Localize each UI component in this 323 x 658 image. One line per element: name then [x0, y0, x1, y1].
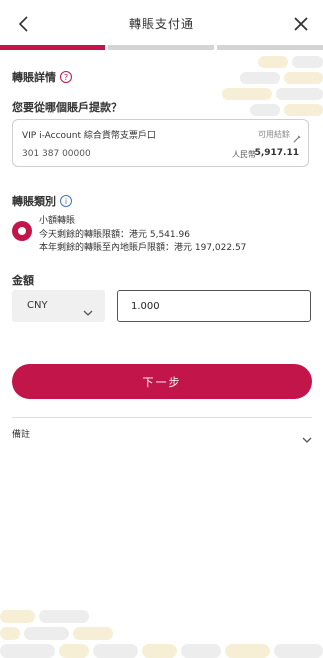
app-header: 轉賬支付通	[0, 0, 323, 46]
transfer-type-heading: 轉賬類別 i	[12, 193, 72, 209]
amount-label: 金額	[12, 274, 34, 287]
currency-value: CNY	[27, 300, 48, 311]
pencil-icon	[292, 129, 301, 143]
chevron-down-icon	[83, 302, 93, 316]
account-name: VIP i-Account 綜合貨幣支票戶口	[22, 131, 156, 141]
step-progress-bar	[0, 45, 323, 50]
currency-dropdown[interactable]: CNY	[12, 290, 105, 322]
today-limit-text: 今天剩餘的轉賬限額：港元 5,541.96	[39, 230, 190, 240]
option-title: 小額轉賬	[39, 216, 76, 226]
progress-step-2	[108, 45, 214, 50]
available-balance-label: 可用結餘	[258, 130, 290, 139]
remarks-label: 備註	[12, 430, 31, 440]
amount-heading: 金額	[12, 272, 34, 288]
account-number: 301 387 00000	[22, 149, 91, 159]
info-icon[interactable]: ?	[60, 71, 72, 83]
close-icon[interactable]	[291, 14, 311, 34]
chevron-down-icon	[302, 429, 312, 443]
transfer-type-label: 轉賬類別	[12, 195, 56, 208]
withdraw-account-question: 您要從哪個賬戶提款？	[12, 101, 122, 114]
balance-amount: 5,917.11	[254, 148, 299, 158]
small-amount-transfer-option[interactable]: 小額轉賬 今天剩餘的轉賬限額：港元 5,541.96 本年剩餘的轉賬至內地賬戶限…	[12, 213, 312, 253]
yearly-limit-text: 本年剩餘的轉賬至內地賬戶限額：港元 197,022.57	[39, 243, 247, 253]
remarks-expander[interactable]: 備註	[12, 424, 312, 444]
balance-currency: 人民幣	[232, 150, 256, 159]
divider	[12, 417, 312, 418]
transfer-details-heading: 轉賬詳情 ?	[12, 69, 72, 85]
progress-step-1-active	[0, 45, 105, 50]
source-account-card[interactable]: VIP i-Account 綜合貨幣支票戶口 可用結餘 301 387 0000…	[12, 119, 309, 167]
next-step-button[interactable]: 下一步	[12, 364, 312, 399]
page-title: 轉賬支付通	[128, 17, 194, 31]
progress-step-3	[217, 45, 323, 50]
radio-selected-icon[interactable]	[12, 221, 32, 241]
transfer-details-label: 轉賬詳情	[12, 71, 56, 84]
amount-input[interactable]	[117, 290, 311, 322]
info-icon[interactable]: i	[60, 195, 72, 207]
